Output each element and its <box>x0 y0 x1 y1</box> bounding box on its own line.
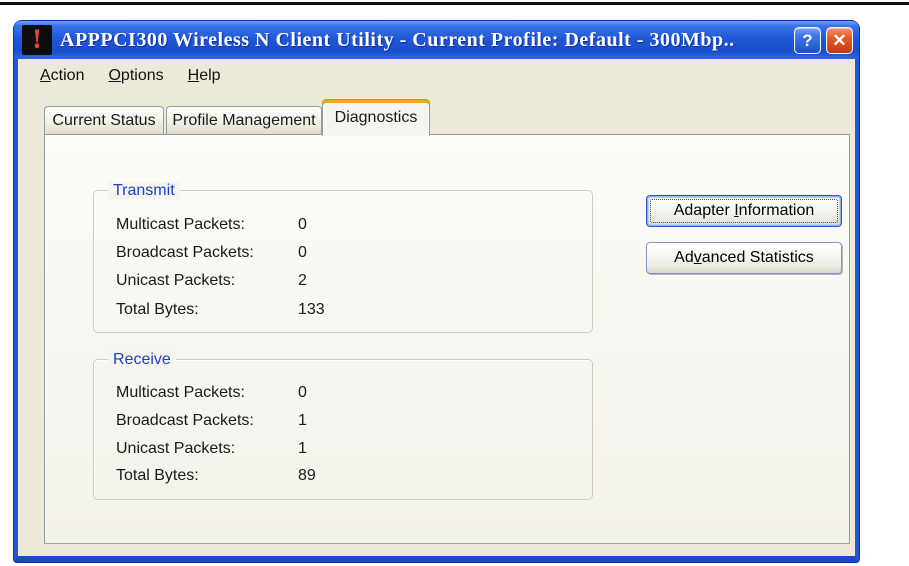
menu-action-accel: A <box>40 67 51 84</box>
btn-text: Adapter <box>673 202 735 219</box>
tab-current-status[interactable]: Current Status <box>44 106 164 135</box>
page-top-rule <box>0 2 909 5</box>
close-button[interactable]: ✕ <box>826 26 853 54</box>
row-label: Unicast Packets: <box>116 272 236 289</box>
btn-accel: I <box>734 202 739 219</box>
row-value: 133 <box>298 301 325 318</box>
row-value: 1 <box>298 440 307 457</box>
transmit-broadcast-row: Broadcast Packets: 0 <box>94 244 592 264</box>
transmit-total-bytes-row: Total Bytes: 133 <box>94 301 592 321</box>
receive-group: Receive Multicast Packets: 0 Broadcast P… <box>93 351 593 500</box>
page: ! APPPCI300 Wireless N Client Utility - … <box>0 0 909 566</box>
diagnostics-panel: Transmit Multicast Packets: 0 Broadcast … <box>44 134 850 544</box>
window-title: APPPCI300 Wireless N Client Utility - Cu… <box>60 28 735 51</box>
row-value: 0 <box>298 384 307 401</box>
row-label: Multicast Packets: <box>116 384 245 401</box>
transmit-unicast-row: Unicast Packets: 2 <box>94 272 592 292</box>
titlebar[interactable]: ! APPPCI300 Wireless N Client Utility - … <box>14 21 859 59</box>
menu-options-rest: ptions <box>120 67 164 84</box>
tab-profile-management[interactable]: Profile Management <box>166 106 322 135</box>
row-label: Broadcast Packets: <box>116 412 254 429</box>
menu-action[interactable]: Action <box>40 67 84 85</box>
row-label: Unicast Packets: <box>116 440 236 457</box>
receive-unicast-row: Unicast Packets: 1 <box>94 440 592 460</box>
receive-group-title: Receive <box>108 351 176 368</box>
row-value: 0 <box>298 216 307 233</box>
btn-text: anced Statistics <box>701 249 814 266</box>
btn-accel: v <box>693 249 702 266</box>
btn-text: nformation <box>738 202 815 219</box>
adapter-information-button[interactable]: Adapter Information <box>646 195 842 227</box>
row-value: 0 <box>298 244 307 261</box>
menu-help-accel: H <box>187 67 200 84</box>
menu-options-accel: O <box>108 67 121 84</box>
row-value: 89 <box>298 467 316 484</box>
btn-text: Ad <box>674 249 694 266</box>
menu-help-rest: elp <box>199 67 221 84</box>
row-value: 2 <box>298 272 307 289</box>
menu-action-rest: ction <box>50 67 85 84</box>
transmit-multicast-row: Multicast Packets: 0 <box>94 216 592 236</box>
row-label: Broadcast Packets: <box>116 244 254 261</box>
menu-options[interactable]: Options <box>108 67 163 85</box>
row-label: Total Bytes: <box>116 301 199 318</box>
advanced-statistics-button[interactable]: Advanced Statistics <box>646 242 842 274</box>
tab-diagnostics[interactable]: Diagnostics <box>322 99 430 136</box>
row-value: 1 <box>298 412 307 429</box>
help-button[interactable]: ? <box>794 26 821 54</box>
row-label: Total Bytes: <box>116 467 199 484</box>
app-exclamation-icon: ! <box>22 25 52 55</box>
client-utility-window: ! APPPCI300 Wireless N Client Utility - … <box>14 21 859 562</box>
menubar: Action Options Help <box>18 59 855 93</box>
row-label: Multicast Packets: <box>116 216 245 233</box>
transmit-group-title: Transmit <box>108 182 180 199</box>
receive-broadcast-row: Broadcast Packets: 1 <box>94 412 592 432</box>
transmit-group: Transmit Multicast Packets: 0 Broadcast … <box>93 182 593 333</box>
receive-multicast-row: Multicast Packets: 0 <box>94 384 592 404</box>
menu-help[interactable]: Help <box>188 67 221 85</box>
receive-total-bytes-row: Total Bytes: 89 <box>94 467 592 487</box>
